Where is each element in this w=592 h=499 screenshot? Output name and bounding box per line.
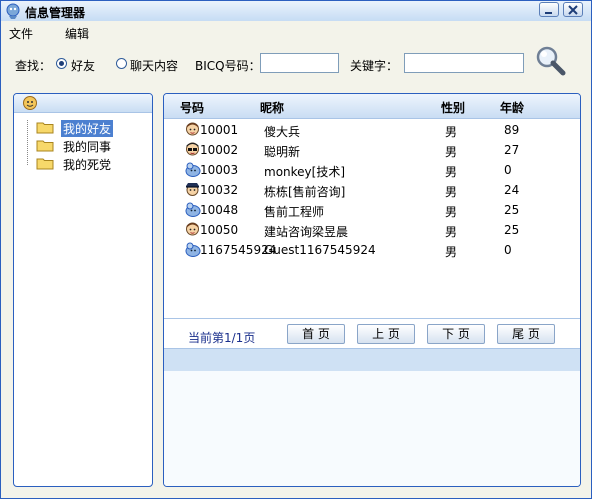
- guest-avatar-icon: [185, 162, 201, 177]
- cell-nickname: monkey[技术]: [264, 165, 346, 179]
- cell-id: 10002: [200, 143, 239, 157]
- cell-age: 27: [504, 143, 520, 157]
- cell-gender: 男: [445, 205, 458, 219]
- cell-nickname: 栋栋[售前咨询]: [264, 185, 346, 199]
- search-bar: 查找： 好友 聊天内容 BICQ号码： 关键字：: [1, 45, 591, 85]
- cell-id: 10003: [200, 163, 239, 177]
- tree-item-label: 我的死党: [63, 158, 112, 172]
- contact-list-panel: 号码 昵称 性别 年龄 10001 傻大兵 男 89 10002 聪明新 男 2…: [163, 93, 581, 487]
- boy-avatar-icon: [186, 222, 199, 236]
- cell-age: 89: [504, 123, 520, 137]
- tree-item-friends[interactable]: 我的好友: [24, 119, 152, 137]
- last-page-button[interactable]: 尾 页: [497, 324, 555, 344]
- minimize-icon: [545, 12, 552, 14]
- bicq-label: BICQ号码：: [195, 59, 261, 73]
- group-tree-panel: 我的好友 我的同事 我的死党: [13, 93, 153, 487]
- next-page-button[interactable]: 下 页: [427, 324, 485, 344]
- cell-nickname: 建站咨询梁昱晨: [264, 225, 349, 239]
- cell-gender: 男: [445, 185, 458, 199]
- table-row[interactable]: 10032 栋栋[售前咨询] 男 24: [164, 180, 580, 200]
- table-row[interactable]: 10048 售前工程师 男 25: [164, 200, 580, 220]
- table-row[interactable]: 10003 monkey[技术] 男 0: [164, 160, 580, 180]
- cell-gender: 男: [445, 225, 458, 239]
- cell-id: 10001: [200, 123, 239, 137]
- cell-gender: 男: [445, 165, 458, 179]
- cell-nickname: 聪明新: [264, 145, 301, 159]
- cell-age: 24: [504, 183, 520, 197]
- minimize-button[interactable]: [539, 2, 559, 17]
- title-bar[interactable]: 信息管理器: [1, 1, 591, 21]
- user-root-icon: [23, 96, 37, 110]
- boy-avatar-icon: [186, 122, 199, 136]
- app-logo-icon: [6, 3, 20, 19]
- search-label: 查找：: [15, 59, 52, 73]
- bicq-number-input[interactable]: [260, 53, 339, 73]
- cell-age: 0: [504, 243, 512, 257]
- detail-area: [164, 371, 580, 486]
- cell-id: 10032: [200, 183, 239, 197]
- menu-file[interactable]: 文件: [9, 25, 33, 42]
- tree-item-colleagues[interactable]: 我的同事: [24, 137, 152, 154]
- keyword-label: 关键字：: [350, 59, 399, 73]
- detail-header-band: [164, 348, 580, 372]
- column-age[interactable]: 年龄: [500, 99, 524, 116]
- cell-nickname: Guest1167545924: [264, 243, 376, 257]
- table-row[interactable]: 10001 傻大兵 男 89: [164, 120, 580, 140]
- glasses-avatar-icon: [186, 142, 199, 156]
- guest-avatar-icon: [185, 202, 201, 217]
- folder-icon: [36, 140, 54, 152]
- police-avatar-icon: [186, 183, 199, 196]
- guest-avatar-icon: [185, 242, 201, 257]
- app-window: 信息管理器 文件 编辑 查找： 好友 聊天内容 BICQ号码： 关键字： 我的好…: [0, 0, 592, 499]
- close-icon: [568, 5, 578, 15]
- table-row[interactable]: 10002 聪明新 男 27: [164, 140, 580, 160]
- close-button[interactable]: [563, 2, 583, 17]
- cell-id: 10048: [200, 203, 239, 217]
- prev-page-button[interactable]: 上 页: [357, 324, 415, 344]
- cell-gender: 男: [445, 245, 458, 259]
- cell-nickname: 傻大兵: [264, 125, 301, 139]
- chat-radio[interactable]: [116, 58, 127, 69]
- page-info: 当前第1/1页: [188, 331, 256, 345]
- cell-nickname: 售前工程师: [264, 205, 325, 219]
- cell-gender: 男: [445, 125, 458, 139]
- keyword-input[interactable]: [404, 53, 524, 73]
- tree-header: [14, 94, 152, 113]
- menu-edit[interactable]: 编辑: [65, 25, 89, 42]
- cell-age: 25: [504, 203, 520, 217]
- table-row[interactable]: 10050 建站咨询梁昱晨 男 25: [164, 220, 580, 240]
- cell-gender: 男: [445, 145, 458, 159]
- table-header: 号码 昵称 性别 年龄: [164, 94, 580, 119]
- search-icon[interactable]: [533, 45, 567, 77]
- cell-id: 10050: [200, 223, 239, 237]
- table-row[interactable]: 1167545924 Guest1167545924 男 0: [164, 240, 580, 260]
- column-nickname[interactable]: 昵称: [260, 99, 284, 116]
- friend-radio[interactable]: [56, 58, 67, 69]
- cell-age: 0: [504, 163, 512, 177]
- menu-bar: 文件 编辑: [1, 23, 591, 41]
- friend-radio-label[interactable]: 好友: [71, 57, 95, 74]
- column-gender[interactable]: 性别: [441, 99, 465, 116]
- pagination-bar: 当前第1/1页 首 页 上 页 下 页 尾 页: [164, 318, 580, 349]
- first-page-button[interactable]: 首 页: [287, 324, 345, 344]
- tree-item-buddies[interactable]: 我的死党: [24, 155, 152, 172]
- window-title: 信息管理器: [25, 6, 86, 20]
- chat-radio-label[interactable]: 聊天内容: [130, 57, 178, 74]
- tree-item-label: 我的好友: [61, 120, 114, 137]
- cell-age: 25: [504, 223, 520, 237]
- folder-icon: [36, 122, 54, 134]
- folder-icon: [36, 158, 54, 170]
- tree-item-label: 我的同事: [63, 140, 112, 154]
- column-id[interactable]: 号码: [180, 99, 204, 116]
